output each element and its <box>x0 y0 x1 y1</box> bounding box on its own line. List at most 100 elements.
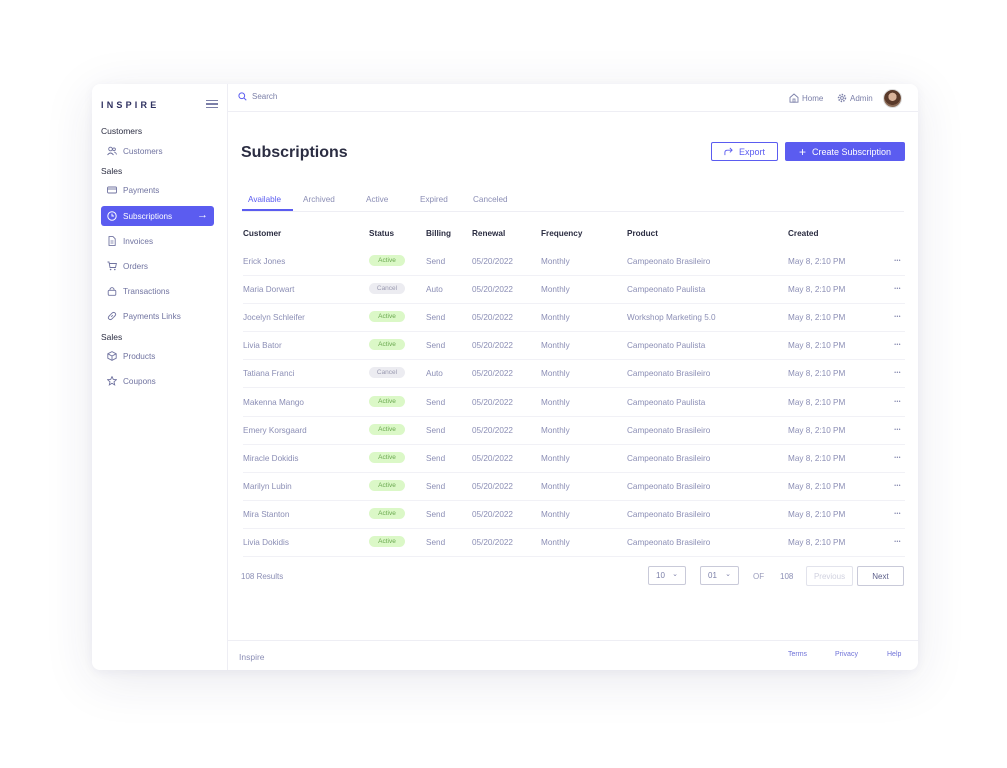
table-row[interactable]: Jocelyn Schleifer Active Send 05/20/2022 Mon… <box>243 303 905 333</box>
sidebar-item-label: Payments Links <box>123 311 181 321</box>
table-header: Customer Status Billing Renewal Frequenc… <box>243 229 905 245</box>
per-page-select[interactable]: 10 ⌄ <box>648 566 686 585</box>
home-icon <box>789 93 799 103</box>
cell-billing: Send <box>426 397 446 407</box>
table-row[interactable]: Tatiana Franci Cancel Auto 05/20/2022 Monthl… <box>243 359 905 389</box>
previous-button[interactable]: Previous <box>806 566 853 586</box>
plus-icon: + <box>798 144 806 159</box>
sidebar-item-products[interactable]: Products <box>101 346 214 366</box>
more-options-icon[interactable]: ••• <box>894 511 901 517</box>
arrow-right-icon: → <box>197 209 208 221</box>
more-options-icon[interactable]: ••• <box>894 539 901 545</box>
sidebar-item-orders[interactable]: Orders <box>101 256 214 276</box>
more-options-icon[interactable]: ••• <box>894 427 901 433</box>
cell-renewal: 05/20/2022 <box>472 257 513 266</box>
col-renewal[interactable]: Renewal <box>472 229 505 238</box>
search-placeholder: Search <box>252 92 278 101</box>
tab-canceled[interactable]: Canceled <box>473 195 508 204</box>
cell-frequency: Monthly <box>541 285 570 295</box>
sidebar-item-label: Payments <box>123 185 160 195</box>
cell-created: May 8, 2:10 PM <box>788 257 846 266</box>
cell-created: May 8, 2:10 PM <box>788 341 846 351</box>
terms-link[interactable]: Terms <box>788 651 807 658</box>
payments-icon <box>107 185 117 195</box>
col-customer[interactable]: Customer <box>243 229 281 238</box>
table-row[interactable]: Miracle Dokidis Active Send 05/20/2022 Month… <box>243 444 905 473</box>
sidebar-item-payments[interactable]: Payments <box>101 180 214 200</box>
table-row[interactable]: Marilyn Lubin Active Send 05/20/2022 Monthly… <box>243 472 905 501</box>
table-row[interactable]: Maria Dorwart Cancel Auto 05/20/2022 Monthly… <box>243 275 905 305</box>
cell-customer: Marilyn Lubin <box>243 481 292 491</box>
cell-created: May 8, 2:10 PM <box>788 509 846 519</box>
avatar[interactable] <box>883 89 902 108</box>
sidebar-item-label: Invoices <box>123 236 154 246</box>
cell-product: Workshop Marketing 5.0 <box>627 313 716 323</box>
admin-link[interactable]: Admin <box>837 93 873 103</box>
search-input[interactable]: Search <box>238 92 277 101</box>
sidebar-item-invoices[interactable]: Invoices <box>101 231 214 251</box>
col-created[interactable]: Created <box>788 229 819 238</box>
tab-available[interactable]: Available <box>248 195 281 204</box>
cell-billing: Send <box>426 257 446 266</box>
sidebar-item-label: Coupons <box>123 376 156 386</box>
create-label: Create Subscription <box>811 146 892 157</box>
more-options-icon[interactable]: ••• <box>894 342 901 348</box>
cell-created: May 8, 2:10 PM <box>788 397 846 407</box>
more-options-icon[interactable]: ••• <box>894 286 901 292</box>
sidebar-item-label: Customers <box>123 146 163 156</box>
tab-indicator <box>242 209 293 211</box>
cell-created: May 8, 2:10 PM <box>788 369 846 379</box>
page-select[interactable]: 01 ⌄ <box>700 566 739 585</box>
next-button[interactable]: Next <box>857 566 904 586</box>
col-frequency[interactable]: Frequency <box>541 229 582 238</box>
col-product[interactable]: Product <box>627 229 658 238</box>
sidebar-item-transactions[interactable]: Transactions <box>101 281 214 301</box>
cell-product: Campeonato Brasileiro <box>627 369 711 379</box>
cell-renewal: 05/20/2022 <box>472 425 513 435</box>
privacy-link[interactable]: Privacy <box>835 651 858 658</box>
table-row[interactable]: Emery Korsgaard Active Send 05/20/2022 Month… <box>243 416 905 445</box>
export-label: Export <box>738 146 765 157</box>
sidebar-item-subscriptions[interactable]: Subscriptions → <box>101 206 214 226</box>
cell-product: Campeonato Paulista <box>627 397 706 407</box>
home-link[interactable]: Home <box>789 93 823 103</box>
tab-active[interactable]: Active <box>366 195 388 204</box>
menu-icon[interactable] <box>206 98 218 110</box>
help-link[interactable]: Help <box>887 651 901 658</box>
col-status[interactable]: Status <box>369 229 394 238</box>
tab-expired[interactable]: Expired <box>420 195 448 204</box>
more-options-icon[interactable]: ••• <box>894 314 901 320</box>
cell-customer: Erick Jones <box>243 257 286 266</box>
sidebar-item-coupons[interactable]: Coupons <box>101 371 214 391</box>
table-row[interactable]: Livia Dokidis Active Send 05/20/2022 Monthly… <box>243 528 905 557</box>
sidebar-item-payments-links[interactable]: Payments Links <box>101 306 214 326</box>
document-icon <box>107 236 117 246</box>
more-options-icon[interactable]: ••• <box>894 399 901 405</box>
status-badge: Cancel <box>369 283 405 295</box>
table-row[interactable]: Erick Jones Active Send 05/20/2022 Monthly Ca… <box>243 247 905 276</box>
more-options-icon[interactable]: ••• <box>894 455 901 461</box>
cell-renewal: 05/20/2022 <box>472 341 513 351</box>
export-button[interactable]: Export <box>711 142 778 161</box>
gear-icon <box>837 93 847 103</box>
cell-frequency: Monthly <box>541 538 570 547</box>
table-row[interactable]: Mira Stanton Active Send 05/20/2022 Monthly C… <box>243 500 905 529</box>
cell-customer: Livia Dokidis <box>243 538 289 547</box>
sidebar-item-customers[interactable]: Customers <box>101 141 214 161</box>
more-options-icon[interactable]: ••• <box>894 370 901 376</box>
create-subscription-button[interactable]: + Create Subscription <box>785 142 905 161</box>
col-billing[interactable]: Billing <box>426 229 451 238</box>
home-label: Home <box>802 93 824 103</box>
more-options-icon[interactable]: ••• <box>894 483 901 489</box>
table-row[interactable]: Livia Bator Active Send 05/20/2022 Monthly Ca… <box>243 331 905 361</box>
sidebar: INSPIRE Customers Customers Sales Paymen… <box>92 84 228 670</box>
results-count: 108 Results <box>241 572 284 581</box>
tab-archived[interactable]: Archived <box>303 195 335 204</box>
cell-product: Campeonato Brasileiro <box>627 425 711 435</box>
cell-frequency: Monthly <box>541 397 570 407</box>
cell-product: Campeonato Brasileiro <box>627 481 711 491</box>
more-options-icon[interactable]: ••• <box>894 258 901 264</box>
table-row[interactable]: Makenna Mango Active Send 05/20/2022 Monthly… <box>243 388 905 417</box>
footer: Inspire Terms Privacy Help <box>228 640 918 670</box>
admin-label: Admin <box>850 93 873 103</box>
